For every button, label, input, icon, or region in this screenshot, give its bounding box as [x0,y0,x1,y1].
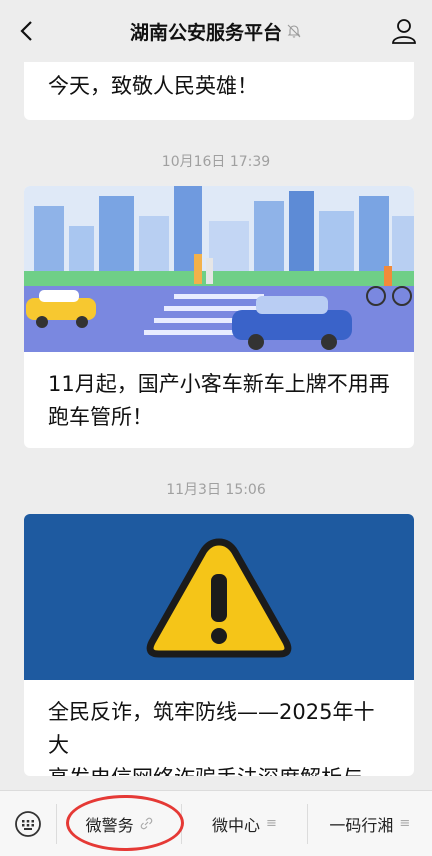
page-title: 湖南公安服务平台 [129,21,282,44]
menu-label: 微中心 [212,815,261,835]
menu-weizhongxin[interactable]: 微中心 ≡ [181,803,306,844]
chat-header: 湖南公安服务平台 [0,0,432,62]
message-card-3[interactable]: 全民反诈，筑牢防线——2025年十大 高发电信网络诈骗手法深度解析与... [24,514,414,776]
menu-yimaxingxiang[interactable]: 一码行湘 ≡ [306,803,432,844]
menu-weijingwu[interactable]: 微警务 [56,803,181,844]
message-text-line1: 全民反诈，筑牢防线——2025年十大 [48,700,375,757]
keyboard-toggle-button[interactable] [0,791,56,856]
message-text-line2: 高发电信网络诈骗手法深度解析与... [24,762,414,776]
menu-lines-icon: ≡ [266,816,277,831]
message-text-line2: 跑车管所！ [48,405,153,429]
link-icon [140,817,152,830]
timestamp: 11月3日 15:06 [166,482,266,498]
warning-sign-image [24,514,414,680]
keyboard-icon [15,810,41,837]
message-text-line1: 11月起，国产小客车新车上牌不用再 [48,372,390,396]
timestamp: 10月16日 17:39 [161,154,271,170]
menu-label: 一码行湘 [329,815,394,835]
back-arrow-icon[interactable] [14,18,40,44]
profile-icon[interactable] [390,17,418,45]
title-wrap: 湖南公安服务平台 [130,18,302,45]
menu-lines-icon: ≡ [399,816,411,831]
bottom-menu-bar: 微警务 微中心 ≡ 一码行湘 ≡ [0,790,432,856]
message-card-2[interactable]: 11月起，国产小客车新车上牌不用再 跑车管所！ [24,186,414,448]
menu-label: 微警务 [85,815,134,835]
mute-bell-icon [287,24,301,38]
street-scene-image [24,186,414,352]
